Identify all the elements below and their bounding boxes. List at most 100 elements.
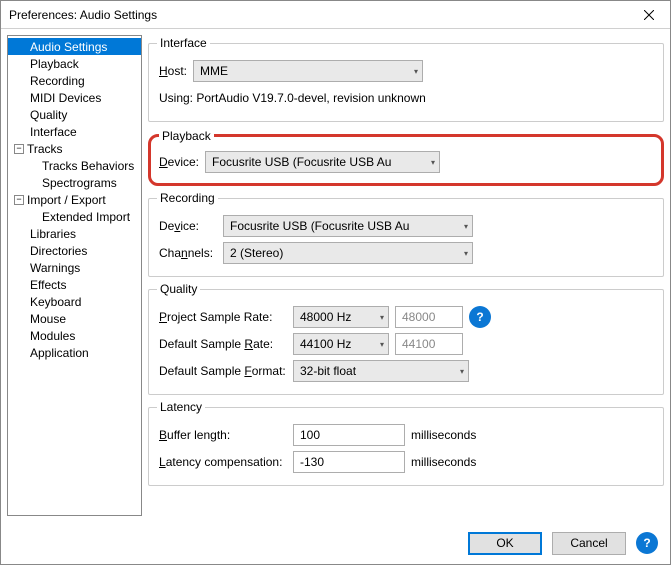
tree-item-libraries[interactable]: Libraries [8, 225, 141, 242]
comp-field[interactable]: -130 [293, 451, 405, 473]
tree-item-extended-import[interactable]: Extended Import [8, 208, 141, 225]
recording-device-label: Device: [159, 219, 217, 233]
chevron-down-icon: ▾ [414, 67, 418, 76]
tree-item-quality[interactable]: Quality [8, 106, 141, 123]
tree-item-label: Audio Settings [30, 40, 107, 54]
tree-item-recording[interactable]: Recording [8, 72, 141, 89]
tree-toggle-icon[interactable]: − [14, 195, 24, 205]
chevron-down-icon: ▾ [460, 367, 464, 376]
host-combobox[interactable]: MME ▾ [193, 60, 423, 82]
channels-value: 2 (Stereo) [230, 246, 464, 260]
tree-item-spectrograms[interactable]: Spectrograms [8, 174, 141, 191]
chevron-down-icon: ▾ [464, 222, 468, 231]
tree-item-mouse[interactable]: Mouse [8, 310, 141, 327]
tree-item-keyboard[interactable]: Keyboard [8, 293, 141, 310]
chevron-down-icon: ▾ [380, 313, 384, 322]
comp-unit: milliseconds [411, 455, 476, 469]
channels-label: Channels: [159, 246, 217, 260]
playback-group: Playback Device: Focusrite USB (Focusrit… [148, 134, 664, 186]
cancel-button[interactable]: Cancel [552, 532, 626, 555]
recording-group-label: Recording [157, 191, 218, 205]
playback-device-value: Focusrite USB (Focusrite USB Au [212, 155, 431, 169]
titlebar: Preferences: Audio Settings [1, 1, 670, 29]
tree-item-label: Tracks [27, 142, 63, 156]
category-tree[interactable]: Audio Settings Playback Recording MIDI Devi… [7, 35, 142, 516]
tree-item-modules[interactable]: Modules [8, 327, 141, 344]
tree-item-tracks[interactable]: −Tracks [8, 140, 141, 157]
tree-item-label: Import / Export [27, 193, 106, 207]
tree-item-playback[interactable]: Playback [8, 55, 141, 72]
default-rate-custom-value: 44100 [402, 337, 435, 351]
default-rate-value: 44100 Hz [300, 337, 380, 351]
project-rate-custom-field[interactable]: 48000 [395, 306, 463, 328]
interface-group-label: Interface [157, 36, 210, 50]
ok-label: OK [496, 536, 513, 550]
default-rate-custom-field[interactable]: 44100 [395, 333, 463, 355]
tree-item-label: Modules [30, 329, 75, 343]
tree-item-warnings[interactable]: Warnings [8, 259, 141, 276]
buffer-label: Buffer length: [159, 428, 287, 442]
tree-toggle-icon[interactable]: − [14, 144, 24, 154]
window-title: Preferences: Audio Settings [9, 8, 628, 22]
question-icon: ? [476, 310, 483, 324]
recording-device-combobox[interactable]: Focusrite USB (Focusrite USB Au ▾ [223, 215, 473, 237]
tree-item-midi-devices[interactable]: MIDI Devices [8, 89, 141, 106]
format-combobox[interactable]: 32-bit float ▾ [293, 360, 469, 382]
tree-item-label: Mouse [30, 312, 66, 326]
tree-item-label: Application [30, 346, 89, 360]
project-rate-value: 48000 Hz [300, 310, 380, 324]
tree-item-import-export[interactable]: −Import / Export [8, 191, 141, 208]
chevron-down-icon: ▾ [464, 249, 468, 258]
tree-item-tracks-behaviors[interactable]: Tracks Behaviors [8, 157, 141, 174]
latency-group: Latency Buffer length: 100 milliseconds … [148, 407, 664, 486]
interface-group: Interface Host: MME ▾ Using: PortAudio V… [148, 43, 664, 122]
host-value: MME [200, 64, 414, 78]
quality-group: Quality Project Sample Rate: 48000 Hz ▾ … [148, 289, 664, 395]
tree-item-label: Keyboard [30, 295, 81, 309]
close-button[interactable] [628, 1, 670, 29]
help-button[interactable]: ? [469, 306, 491, 328]
channels-combobox[interactable]: 2 (Stereo) ▾ [223, 242, 473, 264]
tree-item-directories[interactable]: Directories [8, 242, 141, 259]
tree-item-label: Effects [30, 278, 66, 292]
latency-group-label: Latency [157, 400, 205, 414]
chevron-down-icon: ▾ [431, 158, 435, 167]
buffer-field[interactable]: 100 [293, 424, 405, 446]
tree-item-audio-settings[interactable]: Audio Settings [8, 38, 141, 55]
tree-item-interface[interactable]: Interface [8, 123, 141, 140]
buffer-value: 100 [300, 428, 320, 442]
buffer-unit: milliseconds [411, 428, 476, 442]
tree-item-application[interactable]: Application [8, 344, 141, 361]
playback-device-combobox[interactable]: Focusrite USB (Focusrite USB Au ▾ [205, 151, 440, 173]
using-text: Using: PortAudio V19.7.0-devel, revision… [159, 91, 426, 105]
format-value: 32-bit float [300, 364, 460, 378]
tree-item-label: Spectrograms [42, 176, 117, 190]
playback-device-label: Device: [159, 155, 199, 169]
tree-item-label: Directories [30, 244, 87, 258]
project-rate-combobox[interactable]: 48000 Hz ▾ [293, 306, 389, 328]
button-bar: OK Cancel ? [1, 522, 670, 564]
chevron-down-icon: ▾ [380, 340, 384, 349]
ok-button[interactable]: OK [468, 532, 542, 555]
comp-label: Latency compensation: [159, 455, 287, 469]
tree-item-label: Playback [30, 57, 79, 71]
default-rate-label: Default Sample Rate: [159, 337, 287, 351]
recording-device-value: Focusrite USB (Focusrite USB Au [230, 219, 464, 233]
format-label: Default Sample Format: [159, 364, 287, 378]
project-rate-custom-value: 48000 [402, 310, 435, 324]
recording-group: Recording Device: Focusrite USB (Focusri… [148, 198, 664, 277]
tree-item-label: Tracks Behaviors [42, 159, 134, 173]
playback-group-label: Playback [159, 129, 214, 143]
settings-panel: Interface Host: MME ▾ Using: PortAudio V… [148, 35, 664, 516]
tree-item-label: MIDI Devices [30, 91, 101, 105]
close-icon [644, 10, 654, 20]
question-icon: ? [643, 536, 650, 550]
main-area: Audio Settings Playback Recording MIDI Devi… [1, 29, 670, 522]
cancel-label: Cancel [570, 536, 607, 550]
help-button-bottom[interactable]: ? [636, 532, 658, 554]
tree-item-label: Recording [30, 74, 85, 88]
quality-group-label: Quality [157, 282, 200, 296]
tree-item-label: Libraries [30, 227, 76, 241]
default-rate-combobox[interactable]: 44100 Hz ▾ [293, 333, 389, 355]
tree-item-effects[interactable]: Effects [8, 276, 141, 293]
